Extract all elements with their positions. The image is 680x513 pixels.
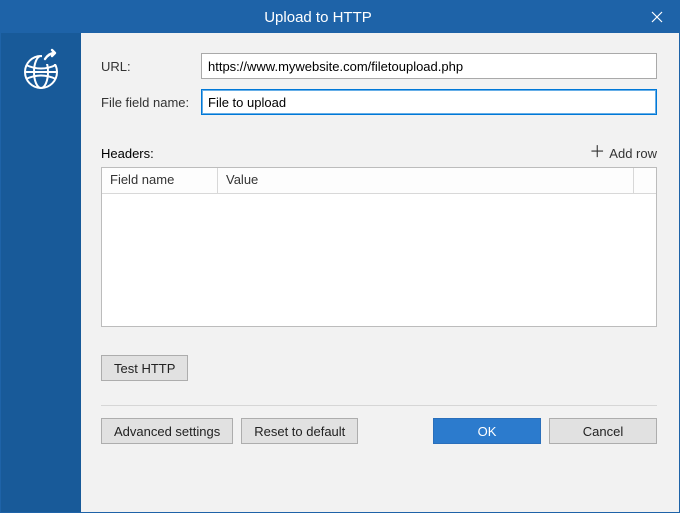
ok-button[interactable]: OK bbox=[433, 418, 541, 444]
footer-divider bbox=[101, 405, 657, 406]
file-field-input[interactable] bbox=[201, 89, 657, 115]
col-header-fieldname[interactable]: Field name bbox=[102, 168, 218, 193]
close-button[interactable] bbox=[635, 1, 679, 33]
url-input[interactable] bbox=[201, 53, 657, 79]
dialog-window: Upload to HTTP URL: File field name: bbox=[0, 0, 680, 513]
reset-default-button[interactable]: Reset to default bbox=[241, 418, 358, 444]
dialog-body: URL: File field name: Headers: ＋ Add row… bbox=[1, 33, 679, 512]
test-http-button[interactable]: Test HTTP bbox=[101, 355, 188, 381]
table-body[interactable] bbox=[102, 194, 656, 326]
table-header-row: Field name Value bbox=[102, 168, 656, 194]
headers-label: Headers: bbox=[101, 146, 154, 161]
content-area: URL: File field name: Headers: ＋ Add row… bbox=[81, 33, 679, 512]
add-row-button[interactable]: ＋ Add row bbox=[589, 145, 657, 161]
headers-header: Headers: ＋ Add row bbox=[101, 145, 657, 161]
test-section: Test HTTP bbox=[101, 355, 657, 381]
add-row-label: Add row bbox=[609, 146, 657, 161]
globe-upload-icon bbox=[19, 48, 63, 92]
file-field-row: File field name: bbox=[101, 89, 657, 115]
plus-icon: ＋ bbox=[589, 145, 605, 161]
file-field-label: File field name: bbox=[101, 95, 201, 110]
footer: Advanced settings Reset to default OK Ca… bbox=[101, 418, 657, 444]
titlebar: Upload to HTTP bbox=[1, 1, 679, 33]
dialog-title: Upload to HTTP bbox=[1, 9, 635, 26]
sidebar bbox=[1, 33, 81, 512]
url-row: URL: bbox=[101, 53, 657, 79]
close-icon bbox=[651, 11, 663, 23]
col-header-spacer bbox=[634, 168, 656, 193]
advanced-settings-button[interactable]: Advanced settings bbox=[101, 418, 233, 444]
cancel-button[interactable]: Cancel bbox=[549, 418, 657, 444]
col-header-value[interactable]: Value bbox=[218, 168, 634, 193]
url-label: URL: bbox=[101, 59, 201, 74]
headers-table: Field name Value bbox=[101, 167, 657, 327]
